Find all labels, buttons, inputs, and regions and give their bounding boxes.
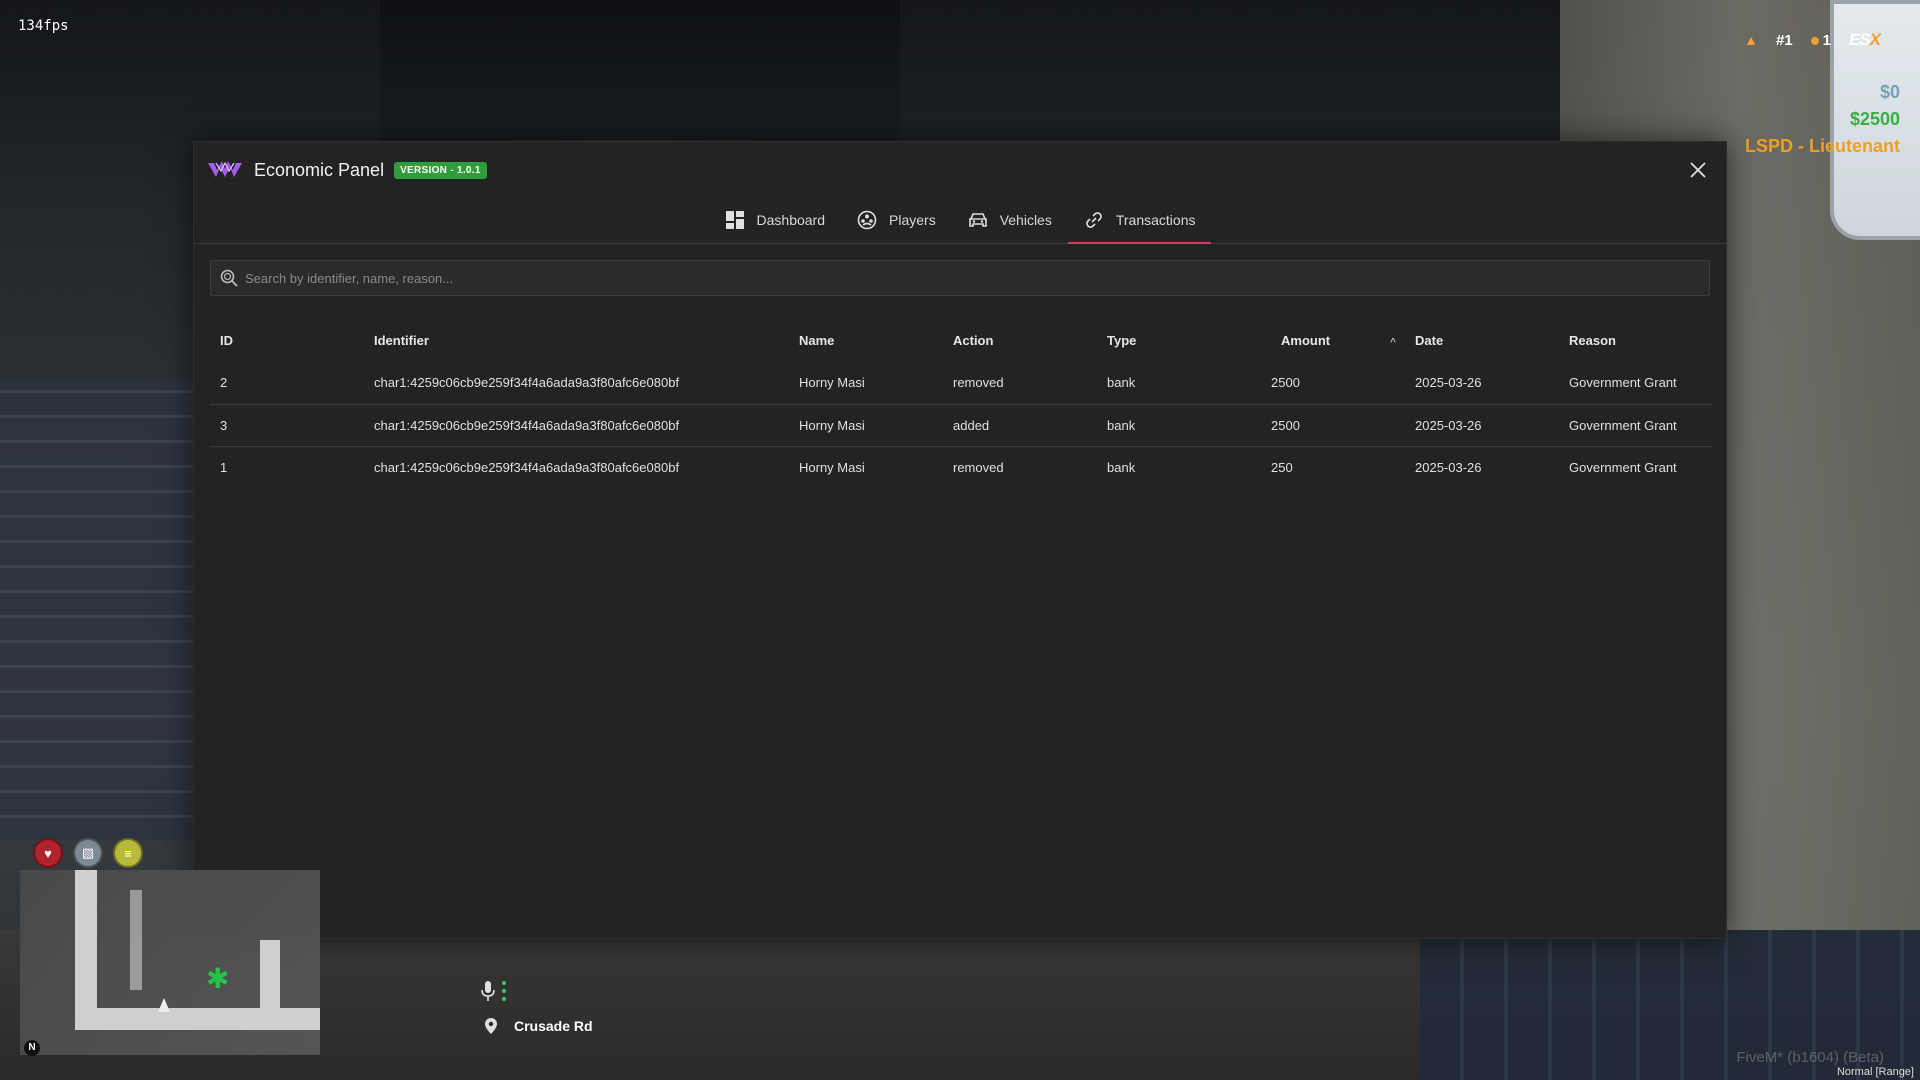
- cell-date: 2025-03-26: [1405, 362, 1559, 405]
- cell-action: removed: [943, 362, 1097, 405]
- background-building: [380, 0, 900, 140]
- column-header-date[interactable]: Date: [1405, 318, 1559, 362]
- voice-indicator: [480, 980, 506, 1002]
- cell-reason: Government Grant: [1559, 404, 1712, 447]
- food-icon: ≡: [113, 838, 143, 868]
- job-label: LSPD - Lieutenant: [1744, 136, 1900, 156]
- location-pin-icon: [485, 1018, 497, 1034]
- car-icon: [968, 213, 987, 227]
- cell-amount: 2500: [1261, 404, 1405, 447]
- column-header-amount-label: Amount: [1281, 332, 1331, 348]
- health-icon: ♥: [33, 838, 63, 868]
- hud-top-bar: ▲ #1 1 ESX: [1744, 30, 1881, 50]
- framework-logo: ESX: [1848, 30, 1881, 49]
- sort-ascending-icon[interactable]: ^: [1390, 337, 1396, 348]
- bank-amount: $2500: [1849, 109, 1900, 129]
- voice-level-icon: [502, 981, 506, 1001]
- panel-logo-icon: [208, 161, 242, 177]
- minimap-road: [75, 1008, 320, 1030]
- cell-id: 3: [210, 404, 364, 447]
- column-header-action[interactable]: Action: [943, 318, 1097, 362]
- search-input[interactable]: [245, 270, 1709, 286]
- hud-money: $0 $2500 LSPD - Lieutenant: [1745, 82, 1900, 157]
- cell-name: Horny Masi: [799, 459, 865, 475]
- microphone-icon: [481, 981, 495, 1001]
- close-icon[interactable]: [1686, 158, 1710, 182]
- players-icon: [857, 210, 877, 230]
- tab-transactions-label: Transactions: [1115, 212, 1196, 228]
- cell-reason: Government Grant: [1559, 362, 1712, 405]
- cell-identifier: char1:4259c06cb9e259f34f4a6ada9a3f80afc6…: [364, 362, 789, 405]
- panel-header: Economic Panel VERSION - 1.0.1: [194, 142, 1726, 198]
- online-count: 1: [1822, 31, 1831, 49]
- column-header-id[interactable]: ID: [210, 318, 364, 362]
- tab-dashboard-label: Dashboard: [756, 212, 826, 228]
- player-rank: #1: [1775, 31, 1793, 49]
- minimap: ✱: [20, 870, 320, 1055]
- column-header-amount[interactable]: Amount ^: [1261, 318, 1405, 362]
- tab-players-label: Players: [889, 212, 936, 228]
- column-header-name[interactable]: Name: [789, 318, 943, 362]
- minimap-road: [260, 940, 280, 1030]
- search-bar: [210, 260, 1710, 296]
- tab-players[interactable]: Players: [841, 198, 952, 244]
- cell-type: bank: [1107, 459, 1136, 475]
- column-header-type[interactable]: Type: [1097, 318, 1261, 362]
- column-header-identifier[interactable]: Identifier: [364, 318, 789, 362]
- compass-north-icon: N: [24, 1040, 40, 1056]
- online-count-wrap: 1: [1810, 31, 1831, 49]
- cell-action: removed: [953, 459, 1004, 475]
- table-row[interactable]: 1 char1:4259c06cb9e259f34f4a6ada9a3f80af…: [210, 446, 1712, 488]
- background-sidewalk: [0, 380, 200, 840]
- table-row[interactable]: 3 char1:4259c06cb9e259f34f4a6ada9a3f80af…: [210, 404, 1712, 447]
- tab-bar: Dashboard Players Vehicles Transactions: [194, 198, 1726, 244]
- fps-counter: 134fps: [18, 18, 69, 34]
- drink-icon: ▧: [73, 838, 103, 868]
- cell-amount: 250: [1271, 459, 1293, 475]
- street-name: Crusade Rd: [514, 1018, 593, 1034]
- cell-action: added: [943, 404, 1097, 447]
- transactions-table: ID Identifier Name Action Type Amount ^ D…: [210, 318, 1712, 488]
- cell-date: 2025-03-26: [1415, 459, 1482, 475]
- tab-vehicles-label: Vehicles: [999, 212, 1052, 228]
- street-location: Crusade Rd: [484, 1017, 593, 1035]
- cell-identifier: char1:4259c06cb9e259f34f4a6ada9a3f80afc6…: [364, 404, 789, 447]
- status-icons: ♥ ▧ ≡: [33, 838, 143, 868]
- tab-transactions[interactable]: Transactions: [1067, 198, 1212, 244]
- cell-date: 2025-03-26: [1405, 404, 1559, 447]
- table-row[interactable]: 2 char1:4259c06cb9e259f34f4a6ada9a3f80af…: [210, 362, 1712, 405]
- online-dot-icon: [1810, 36, 1819, 45]
- cell-identifier: char1:4259c06cb9e259f34f4a6ada9a3f80afc6…: [374, 459, 680, 475]
- tab-dashboard[interactable]: Dashboard: [709, 198, 842, 244]
- column-header-reason[interactable]: Reason: [1559, 318, 1712, 362]
- economic-panel: Economic Panel VERSION - 1.0.1 Dashboard…: [193, 141, 1727, 939]
- player-position-icon: [158, 998, 170, 1012]
- cell-reason: Government Grant: [1569, 459, 1677, 475]
- table-header-row: ID Identifier Name Action Type Amount ^ D…: [210, 318, 1712, 362]
- search-icon: [220, 269, 238, 287]
- hospital-blip-icon: ✱: [206, 963, 230, 994]
- cell-id: 2: [210, 362, 364, 405]
- link-icon: [1086, 212, 1102, 228]
- cell-type: bank: [1097, 362, 1261, 405]
- cash-amount: $0: [1879, 82, 1900, 102]
- version-badge: VERSION - 1.0.1: [394, 161, 487, 179]
- fivem-watermark: FiveM* (b1604) (Beta): [1736, 1049, 1884, 1066]
- cell-name: Horny Masi: [789, 404, 943, 447]
- voice-mode-label: Normal [Range]: [1836, 1066, 1914, 1078]
- cell-name: Horny Masi: [789, 362, 943, 405]
- panel-title: Economic Panel: [254, 159, 385, 180]
- player-icon: ▲: [1744, 32, 1758, 48]
- minimap-road: [75, 870, 97, 1020]
- minimap-road: [130, 890, 142, 990]
- dashboard-icon: [725, 211, 744, 229]
- tab-vehicles[interactable]: Vehicles: [952, 198, 1068, 244]
- cell-type: bank: [1097, 404, 1261, 447]
- cell-id: 1: [220, 459, 228, 475]
- cell-amount: 2500: [1261, 362, 1405, 405]
